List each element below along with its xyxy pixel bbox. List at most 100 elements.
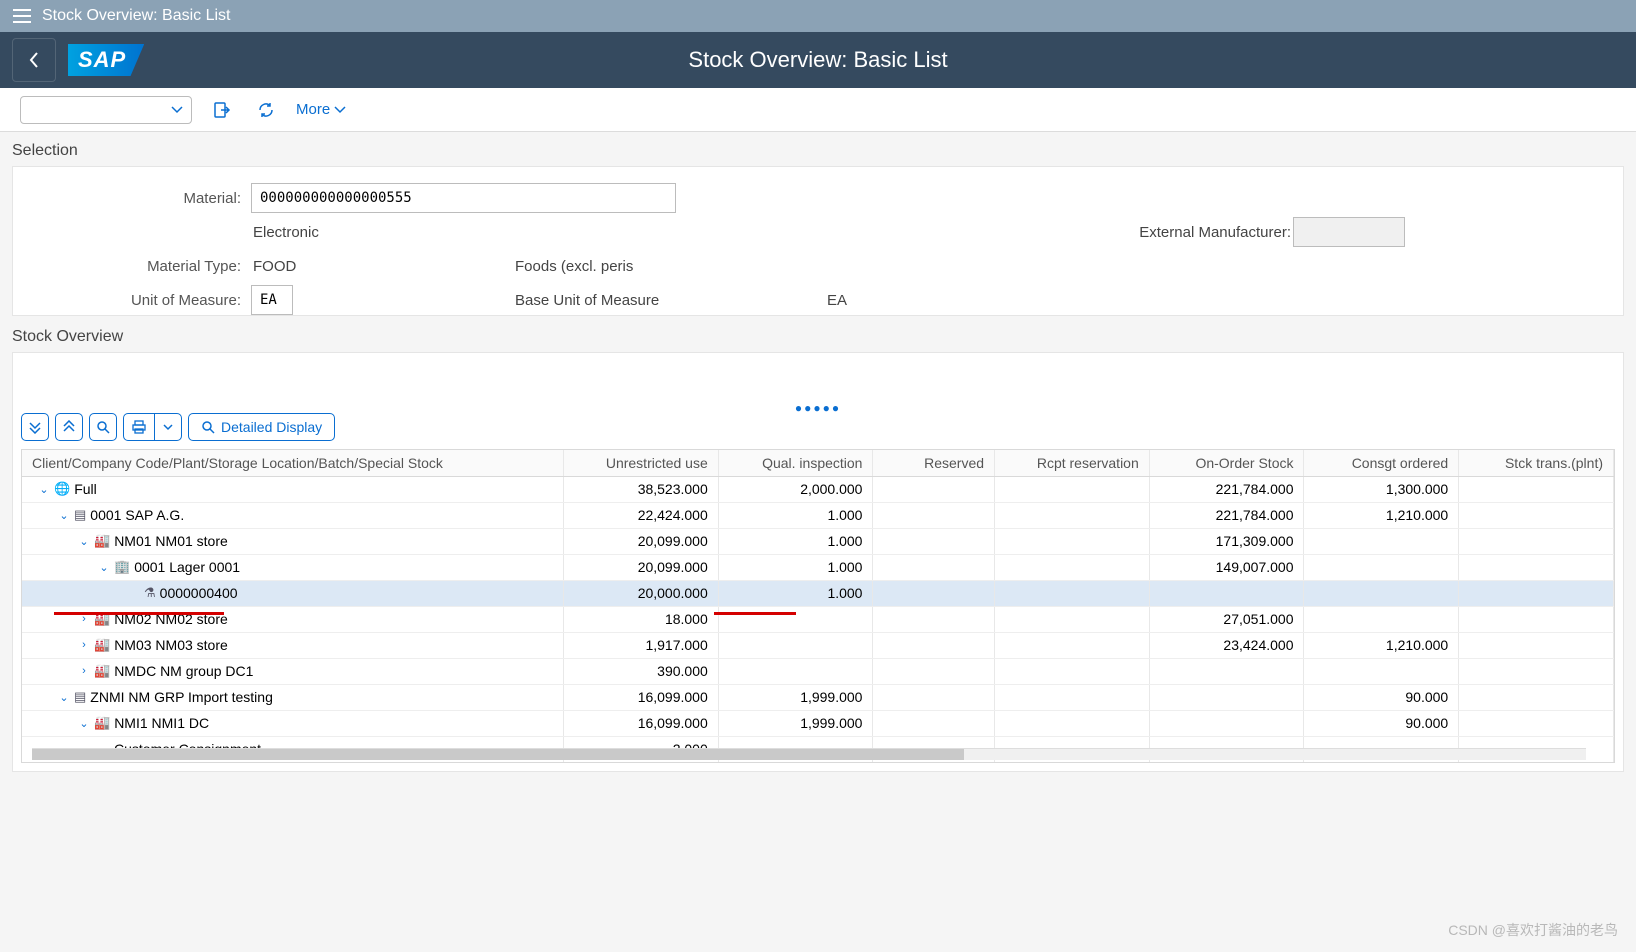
plant-icon: 🏭 [94, 715, 110, 731]
cell [1149, 684, 1304, 710]
table-row[interactable]: ⌄▤ZNMI NM GRP Import testing16,099.0001,… [22, 684, 1614, 710]
refresh-icon[interactable] [252, 96, 280, 124]
cell [995, 658, 1150, 684]
row-label: NMDC NM group DC1 [114, 663, 253, 679]
chevron-down-icon[interactable]: ⌄ [78, 717, 90, 730]
company-icon: ▤ [74, 689, 86, 705]
back-button[interactable] [12, 38, 56, 82]
cell: 20,000.000 [564, 580, 719, 606]
material-input[interactable] [251, 183, 676, 213]
find-button[interactable] [89, 413, 117, 441]
cell: 1.000 [718, 580, 873, 606]
cell [995, 684, 1150, 710]
row-label: Full [74, 481, 97, 497]
table-row[interactable]: ›🏭NM02 NM02 store18.00027,051.000 [22, 606, 1614, 632]
row-label: 0001 SAP A.G. [90, 507, 184, 523]
cell [1459, 580, 1614, 606]
cell: 90.000 [1304, 710, 1459, 736]
table-row[interactable]: ⌄🏢0001 Lager 000120,099.0001.000149,007.… [22, 554, 1614, 580]
table-row[interactable]: ⌄🌐Full38,523.0002,000.000221,784.0001,30… [22, 476, 1614, 502]
material-type-description: Foods (excl. peris [515, 258, 633, 275]
cell: 1.000 [718, 502, 873, 528]
cell [1459, 606, 1614, 632]
column-header[interactable]: Reserved [873, 450, 995, 476]
cell: 149,007.000 [1149, 554, 1304, 580]
cell: 90.000 [1304, 684, 1459, 710]
app-toolbar: More [0, 88, 1636, 132]
cell [873, 632, 995, 658]
column-header[interactable]: Rcpt reservation [995, 450, 1150, 476]
table-row[interactable]: ⌄▤0001 SAP A.G.22,424.0001.000221,784.00… [22, 502, 1614, 528]
column-header[interactable]: Client/Company Code/Plant/Storage Locati… [22, 450, 564, 476]
cell [1304, 580, 1459, 606]
page-title: Stock Overview: Basic List [688, 47, 947, 73]
cell [1459, 632, 1614, 658]
cell: 2,000.000 [718, 476, 873, 502]
cell: 1,917.000 [564, 632, 719, 658]
cell [995, 502, 1150, 528]
chevron-down-icon[interactable]: ⌄ [38, 483, 50, 496]
horizontal-scrollbar[interactable] [32, 748, 1586, 760]
column-header[interactable]: Stck trans.(plnt) [1459, 450, 1614, 476]
plant-icon: 🏭 [94, 637, 110, 653]
chevron-right-icon[interactable]: › [78, 639, 90, 651]
print-button[interactable] [123, 413, 182, 441]
chevron-down-icon[interactable]: ⌄ [58, 509, 70, 522]
cell [995, 554, 1150, 580]
cell [1459, 528, 1614, 554]
cell: 1,300.000 [1304, 476, 1459, 502]
ext-manufacturer-input[interactable] [1293, 217, 1405, 247]
row-label: 0001 Lager 0001 [134, 559, 240, 575]
annotation-underline-1 [54, 612, 224, 615]
cell [1459, 710, 1614, 736]
chevron-down-icon[interactable]: ⌄ [78, 535, 90, 548]
stock-panel: ●●●●● Detailed Display Client/Company Co… [12, 352, 1624, 772]
table-row[interactable]: ⌄🏭NM01 NM01 store20,099.0001.000171,309.… [22, 528, 1614, 554]
table-row[interactable]: ⚗000000040020,000.0001.000 [22, 580, 1614, 606]
column-header[interactable]: Qual. inspection [718, 450, 873, 476]
hamburger-menu-icon[interactable] [8, 2, 36, 30]
table-row[interactable]: ›🏭NM03 NM03 store1,917.00023,424.0001,21… [22, 632, 1614, 658]
splitter-handle-icon[interactable]: ●●●●● [795, 401, 841, 415]
chevron-down-icon[interactable]: ⌄ [98, 561, 110, 574]
cell: 1,210.000 [1304, 502, 1459, 528]
row-label: ZNMI NM GRP Import testing [90, 689, 273, 705]
cell: 1.000 [718, 528, 873, 554]
toolbar-dropdown[interactable] [20, 96, 192, 124]
cell: 1,210.000 [1304, 632, 1459, 658]
expand-all-button[interactable] [21, 413, 49, 441]
column-header[interactable]: Consgt ordered [1304, 450, 1459, 476]
exit-icon[interactable] [208, 96, 236, 124]
cell [873, 528, 995, 554]
cell: 20,099.000 [564, 528, 719, 554]
cell [1304, 528, 1459, 554]
more-button[interactable]: More [296, 101, 346, 118]
cell: 221,784.000 [1149, 476, 1304, 502]
cell [1459, 502, 1614, 528]
detailed-display-button[interactable]: Detailed Display [188, 413, 335, 441]
row-label: NMI1 NMI1 DC [114, 715, 209, 731]
cell: 23,424.000 [1149, 632, 1304, 658]
collapse-all-button[interactable] [55, 413, 83, 441]
row-label: NM01 NM01 store [114, 533, 228, 549]
cell: 20,099.000 [564, 554, 719, 580]
print-dropdown-icon[interactable] [155, 414, 181, 440]
uom-input[interactable] [251, 285, 293, 315]
cell: 16,099.000 [564, 684, 719, 710]
chevron-down-icon[interactable]: ⌄ [58, 691, 70, 704]
cell [718, 632, 873, 658]
column-header[interactable]: On-Order Stock [1149, 450, 1304, 476]
scrollbar-thumb[interactable] [32, 749, 964, 760]
stock-grid[interactable]: Client/Company Code/Plant/Storage Locati… [21, 449, 1615, 763]
watermark: CSDN @喜欢打酱油的老鸟 [1448, 920, 1618, 940]
stock-section-title: Stock Overview [12, 328, 1624, 346]
table-row[interactable]: ⌄🏭NMI1 NMI1 DC16,099.0001,999.00090.000 [22, 710, 1614, 736]
cell [1459, 684, 1614, 710]
company-icon: ▤ [74, 507, 86, 523]
cell: 38,523.000 [564, 476, 719, 502]
row-label: 0000000400 [160, 585, 238, 601]
column-header[interactable]: Unrestricted use [564, 450, 719, 476]
cell: 1.000 [718, 554, 873, 580]
chevron-right-icon[interactable]: › [78, 665, 90, 677]
table-row[interactable]: ›🏭NMDC NM group DC1390.000 [22, 658, 1614, 684]
